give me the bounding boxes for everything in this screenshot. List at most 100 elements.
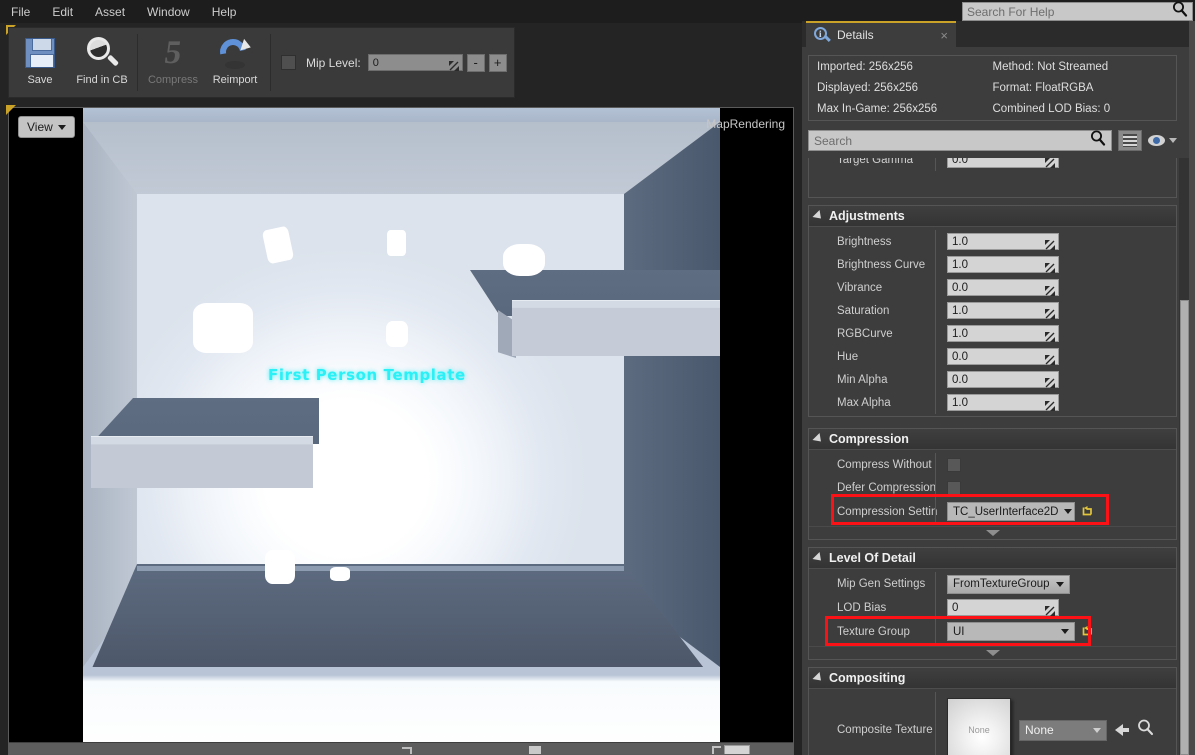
property-row-target-gamma[interactable]: Target Gamma 0.0 — [809, 158, 1176, 171]
view-menu-button[interactable]: View — [18, 116, 75, 138]
mip-decrement-button[interactable]: - — [466, 53, 485, 72]
level-of-detail-expander[interactable] — [809, 646, 1176, 659]
reset-to-default-icon[interactable] — [1080, 624, 1095, 639]
property-row-compression-settings[interactable]: Compression Settin TC_UserInterface2D — [809, 499, 1176, 524]
composite-texture-dropdown[interactable]: None — [1019, 719, 1107, 741]
brightness-input[interactable]: 1.0 — [947, 233, 1059, 250]
view-options-button[interactable] — [1148, 135, 1177, 146]
group-header-compression[interactable]: Compression — [809, 429, 1176, 450]
mip-increment-button[interactable]: + — [488, 53, 507, 72]
texture-viewport[interactable]: First Person Template View MapRendering — [8, 107, 794, 755]
compress-without-checkbox[interactable] — [947, 457, 961, 472]
target-gamma-input[interactable]: 0.0 — [947, 158, 1059, 168]
compression-expander[interactable] — [809, 526, 1176, 539]
menu-item-asset[interactable]: Asset — [84, 2, 136, 22]
mip-level-control: Mip Level: 0 - + — [270, 34, 514, 91]
mip-level-input[interactable]: 0 — [367, 54, 463, 71]
property-group-compression: Compression Compress Without Defer Compr… — [808, 428, 1177, 540]
property-label: Compress Without — [837, 458, 932, 471]
drag-handle-icon[interactable] — [1045, 158, 1055, 168]
property-label: Brightness — [837, 235, 892, 248]
viewport-tool-b-icon[interactable] — [529, 746, 541, 754]
viewport-tool-d-icon[interactable] — [724, 745, 750, 754]
min-alpha-input[interactable]: 0.0 — [947, 371, 1059, 388]
window-scrollbar[interactable] — [1189, 21, 1195, 755]
group-title: Compositing — [829, 671, 906, 685]
mip-level-label: Mip Level: — [306, 55, 361, 70]
saturation-input[interactable]: 1.0 — [947, 302, 1059, 319]
drag-handle-icon[interactable] — [1045, 352, 1055, 365]
compression-settings-dropdown[interactable]: TC_UserInterface2D — [947, 502, 1075, 521]
brightness-curve-input[interactable]: 1.0 — [947, 256, 1059, 273]
dropdown-value: TC_UserInterface2D — [953, 505, 1059, 518]
composite-texture-thumbnail[interactable]: None — [947, 698, 1011, 755]
texture-group-dropdown[interactable]: UI — [947, 622, 1075, 641]
property-row-lod-bias[interactable]: LOD Bias 0 — [809, 596, 1176, 619]
defer-compression-checkbox[interactable] — [947, 480, 961, 495]
viewport-tool-c-icon[interactable] — [712, 746, 721, 754]
menu-item-edit[interactable]: Edit — [41, 2, 84, 22]
expand-triangle-icon — [812, 209, 825, 223]
viewport-bottom-toolbar[interactable] — [9, 742, 793, 754]
group-header-adjustments[interactable]: Adjustments — [809, 206, 1176, 227]
chevron-down-icon — [1055, 581, 1064, 587]
property-row-max-alpha[interactable]: Max Alpha 1.0 — [809, 391, 1176, 414]
drag-handle-icon[interactable] — [1045, 260, 1055, 273]
drag-handle-icon[interactable] — [1045, 329, 1055, 342]
compress-button[interactable]: 5 Compress — [142, 28, 204, 97]
browse-to-asset-icon[interactable] — [1137, 719, 1154, 741]
property-row-saturation[interactable]: Saturation 1.0 — [809, 299, 1176, 322]
property-row-min-alpha[interactable]: Min Alpha 0.0 — [809, 368, 1176, 391]
find-in-cb-button[interactable]: Find in CB — [71, 28, 133, 97]
drag-handle-icon[interactable] — [448, 58, 459, 71]
tab-details[interactable]: i Details × — [806, 21, 956, 47]
drag-handle-icon[interactable] — [1045, 306, 1055, 319]
reimport-button-label: Reimport — [212, 74, 258, 86]
property-row-hue[interactable]: Hue 0.0 — [809, 345, 1176, 368]
property-row-composite-texture[interactable]: Composite Texture None None — [809, 692, 1176, 755]
drag-handle-icon[interactable] — [1045, 283, 1055, 296]
mip-level-checkbox[interactable] — [281, 55, 296, 70]
vibrance-input[interactable]: 0.0 — [947, 279, 1059, 296]
property-group-adjustments: Adjustments Brightness 1.0 Brightness Cu… — [808, 205, 1177, 417]
drag-handle-icon[interactable] — [1045, 375, 1055, 388]
group-title: Adjustments — [829, 209, 905, 223]
reimport-button[interactable]: Reimport — [204, 28, 266, 97]
menu-item-help[interactable]: Help — [201, 2, 248, 22]
compress-5-icon: 5 — [162, 35, 184, 71]
help-search-input[interactable] — [967, 4, 1172, 19]
rgbcurve-input[interactable]: 1.0 — [947, 325, 1059, 342]
property-row-compress-without[interactable]: Compress Without — [809, 453, 1176, 476]
property-row-defer-compression[interactable]: Defer Compression — [809, 476, 1176, 499]
property-row-brightness-curve[interactable]: Brightness Curve 1.0 — [809, 253, 1176, 276]
property-search-input[interactable] — [814, 133, 1090, 148]
drag-handle-icon[interactable] — [1045, 398, 1055, 411]
drag-handle-icon[interactable] — [1045, 603, 1055, 616]
property-row-rgbcurve[interactable]: RGBCurve 1.0 — [809, 322, 1176, 345]
help-search-box[interactable] — [962, 1, 1193, 21]
group-header-level-of-detail[interactable]: Level Of Detail — [809, 548, 1176, 569]
column-layout-button[interactable] — [1118, 130, 1142, 151]
details-search-row — [808, 128, 1177, 153]
property-search-box[interactable] — [808, 130, 1112, 151]
mip-gen-settings-dropdown[interactable]: FromTextureGroup — [947, 574, 1070, 594]
max-alpha-input[interactable]: 1.0 — [947, 394, 1059, 411]
chevron-down-icon — [1169, 138, 1177, 143]
property-row-mip-gen-settings[interactable]: Mip Gen Settings FromTextureGroup — [809, 572, 1176, 596]
group-header-compositing[interactable]: Compositing — [809, 668, 1176, 689]
property-row-brightness[interactable]: Brightness 1.0 — [809, 230, 1176, 253]
save-button[interactable]: Save — [9, 28, 71, 97]
drag-handle-icon[interactable] — [1045, 237, 1055, 250]
viewport-tool-a-icon[interactable] — [402, 747, 412, 754]
menu-item-file[interactable]: File — [0, 2, 41, 22]
property-row-texture-group[interactable]: Texture Group UI — [809, 619, 1176, 644]
menu-item-window[interactable]: Window — [136, 2, 201, 22]
hue-input[interactable]: 0.0 — [947, 348, 1059, 365]
details-scrollbar-thumb[interactable] — [1180, 300, 1189, 755]
eye-icon — [1148, 135, 1165, 146]
lod-bias-input[interactable]: 0 — [947, 599, 1059, 616]
property-row-vibrance[interactable]: Vibrance 0.0 — [809, 276, 1176, 299]
reset-to-default-icon[interactable] — [1080, 504, 1095, 519]
use-selected-asset-icon[interactable] — [1115, 724, 1129, 736]
close-icon[interactable]: × — [940, 28, 948, 43]
